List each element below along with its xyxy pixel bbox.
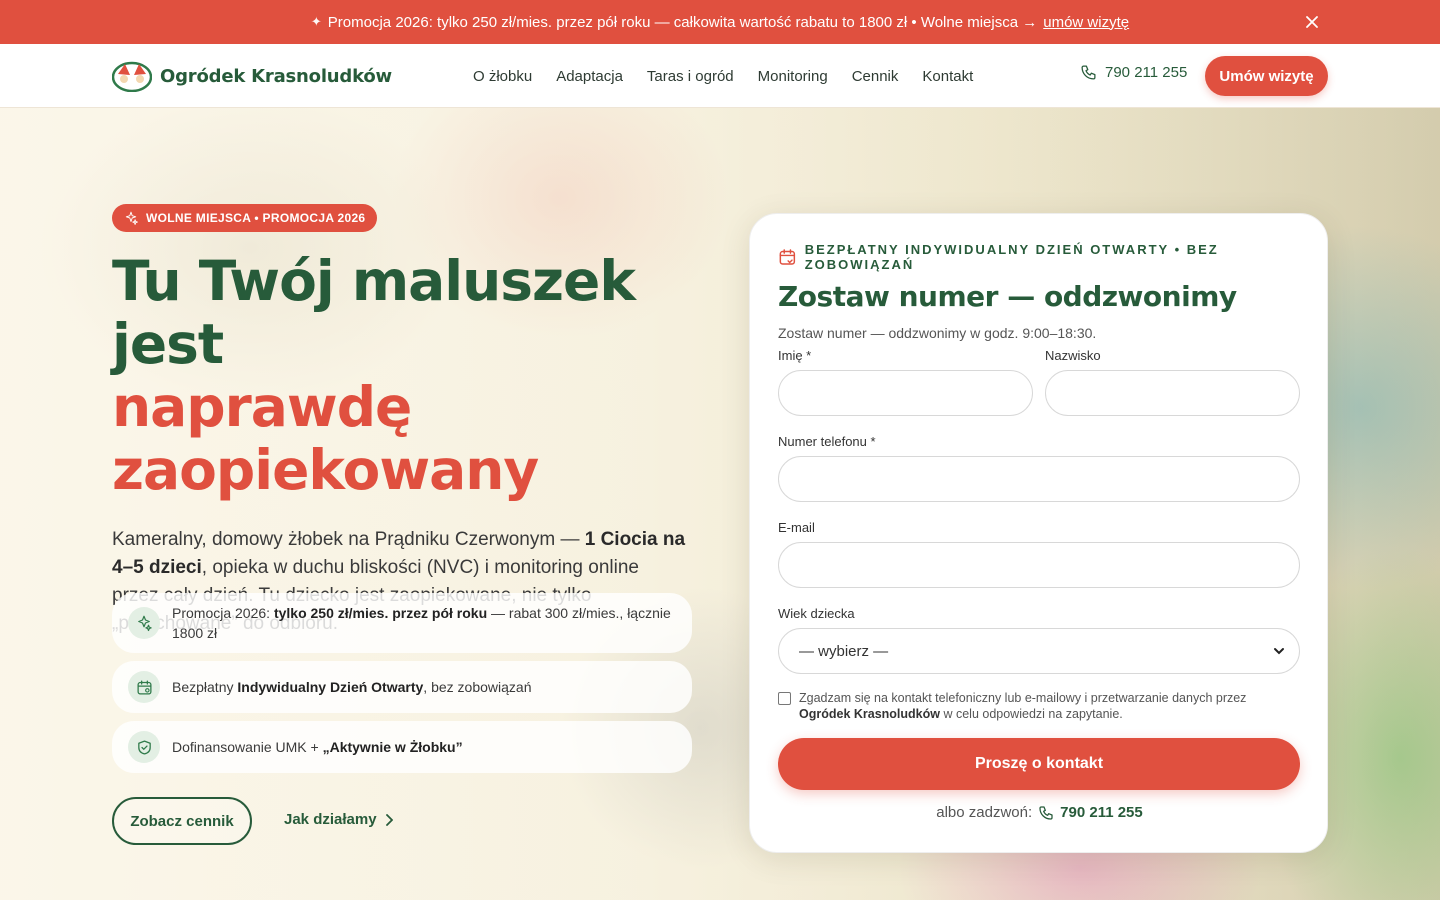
sparkle-icon: ✦ xyxy=(310,14,322,30)
phone-input[interactable] xyxy=(778,456,1300,502)
child-age-selected: — wybierz — xyxy=(799,642,889,660)
child-age-select[interactable]: — wybierz — xyxy=(778,628,1300,674)
feature-open-day: Bezpłatny Indywidualny Dzień Otwarty, be… xyxy=(112,661,692,713)
phone-icon xyxy=(1081,65,1096,80)
nav-monitoring[interactable]: Monitoring xyxy=(758,68,828,85)
feature-promo-text: Promocja 2026: tylko 250 zł/mies. przez … xyxy=(172,603,676,643)
feature-funding: Dofinansowanie UMK + „Aktywnie w Żłobku” xyxy=(112,721,692,773)
site-header: Ogródek Krasnoludków O żłobku Adaptacja … xyxy=(0,44,1440,108)
hero-title-line-2: naprawdę xyxy=(112,375,412,439)
hero-title-line-1: Tu Twój maluszek jest xyxy=(112,249,636,376)
alt-contact: albo zadzwoń: 790 211 255 xyxy=(750,804,1329,821)
hero-title: Tu Twój maluszek jest naprawdę zaopiekow… xyxy=(112,250,702,502)
chevron-down-icon xyxy=(1274,648,1284,655)
feature-funding-text: Dofinansowanie UMK + „Aktywnie w Żłobku” xyxy=(172,737,463,757)
first-name-label: Imię * xyxy=(778,348,812,363)
consent-text-bold: Ogródek Krasnoludków xyxy=(799,707,940,721)
alt-contact-text: albo zadzwoń: xyxy=(936,804,1033,821)
logo[interactable]: Ogródek Krasnoludków xyxy=(112,60,392,92)
feature-promo: Promocja 2026: tylko 250 zł/mies. przez … xyxy=(112,593,692,653)
hero-content: WOLNE MIEJSCA • PROMOCJA 2026 Tu Twój ma… xyxy=(112,204,702,638)
how-we-work-link[interactable]: Jak działamy xyxy=(284,811,393,828)
header-phone-link[interactable]: 790 211 255 xyxy=(1080,64,1187,81)
chevron-right-icon xyxy=(385,813,393,826)
alt-phone-link[interactable]: 790 211 255 xyxy=(1060,804,1143,821)
brand-name: Ogródek Krasnoludków xyxy=(160,65,392,87)
last-name-input[interactable] xyxy=(1045,370,1300,416)
promo-bar: ✦ Promocja 2026: tylko 250 zł/mies. prze… xyxy=(0,0,1440,44)
logo-icon xyxy=(112,61,152,92)
sparkle-icon xyxy=(128,607,160,639)
nav-kontakt[interactable]: Kontakt xyxy=(922,68,973,85)
consent-text: Zgadzam się na kontakt telefoniczny lub … xyxy=(799,690,1300,722)
email-input[interactable] xyxy=(778,542,1300,588)
promo-link[interactable]: umów wizytę xyxy=(1043,14,1129,31)
feature-text: Dofinansowanie UMK + xyxy=(172,739,323,755)
close-icon[interactable] xyxy=(1302,12,1322,32)
first-name-input[interactable] xyxy=(778,370,1033,416)
book-visit-button[interactable]: Umów wizytę xyxy=(1205,56,1328,96)
calendar-icon xyxy=(128,671,160,703)
promo-badge: WOLNE MIEJSCA • PROMOCJA 2026 xyxy=(112,204,378,232)
form-subtitle: Zostaw numer — oddzwonimy w godz. 9:00–1… xyxy=(778,325,1097,341)
last-name-label: Nazwisko xyxy=(1045,348,1101,363)
lead-text-start: Kameralny, domowy żłobek na Prądniku Cze… xyxy=(112,529,585,550)
email-label: E-mail xyxy=(778,520,815,535)
submit-button[interactable]: Proszę o kontakt xyxy=(778,738,1300,790)
header-phone-number: 790 211 255 xyxy=(1105,64,1188,81)
feature-text-bold: „Aktywnie w Żłobku” xyxy=(322,739,463,755)
badge-text: WOLNE MIEJSCA • PROMOCJA 2026 xyxy=(146,211,366,225)
calendar-icon xyxy=(779,249,796,265)
contact-form-card: BEZPŁATNY INDYWIDUALNY DZIEŃ OTWARTY • B… xyxy=(749,213,1328,853)
child-age-label: Wiek dziecka xyxy=(778,606,855,621)
promo-text: Promocja 2026: tylko 250 zł/mies. przez … xyxy=(327,13,1038,31)
nav-adaptacja[interactable]: Adaptacja xyxy=(556,68,623,85)
see-pricing-button[interactable]: Zobacz cennik xyxy=(112,797,252,845)
shield-check-icon xyxy=(128,731,160,763)
feature-text: Promocja 2026: xyxy=(172,605,274,621)
phone-label: Numer telefonu * xyxy=(778,434,876,449)
feature-text-bold: Indywidualny Dzień Otwarty xyxy=(237,679,424,695)
consent-text-pre: Zgadzam się na kontakt telefoniczny lub … xyxy=(799,691,1247,705)
feature-text-bold: tylko 250 zł/mies. przez pół roku xyxy=(273,605,488,621)
consent-text-post: w celu odpowiedzi na zapytanie. xyxy=(940,707,1123,721)
consent-checkbox[interactable] xyxy=(778,692,791,705)
nav-taras-i-ogrod[interactable]: Taras i ogród xyxy=(647,68,734,85)
feature-text: Bezpłatny xyxy=(172,679,238,695)
form-kicker: BEZPŁATNY INDYWIDUALNY DZIEŃ OTWARTY • B… xyxy=(778,242,1299,272)
hero-title-line-3: zaopiekowany xyxy=(112,438,539,502)
feature-text: , bez zobowiązań xyxy=(423,679,532,695)
form-title: Zostaw numer — oddzwonimy xyxy=(778,280,1237,313)
nav-o-zlobku[interactable]: O żłobku xyxy=(473,68,532,85)
phone-icon xyxy=(1039,805,1053,820)
consent-row: Zgadzam się na kontakt telefoniczny lub … xyxy=(778,690,1300,722)
sparkle-icon xyxy=(125,211,138,225)
feature-open-day-text: Bezpłatny Indywidualny Dzień Otwarty, be… xyxy=(172,677,531,697)
main-nav: O żłobku Adaptacja Taras i ogród Monitor… xyxy=(473,44,973,108)
form-kicker-text: BEZPŁATNY INDYWIDUALNY DZIEŃ OTWARTY • B… xyxy=(804,242,1219,272)
nav-cennik[interactable]: Cennik xyxy=(852,68,899,85)
how-we-work-label: Jak działamy xyxy=(284,811,377,828)
